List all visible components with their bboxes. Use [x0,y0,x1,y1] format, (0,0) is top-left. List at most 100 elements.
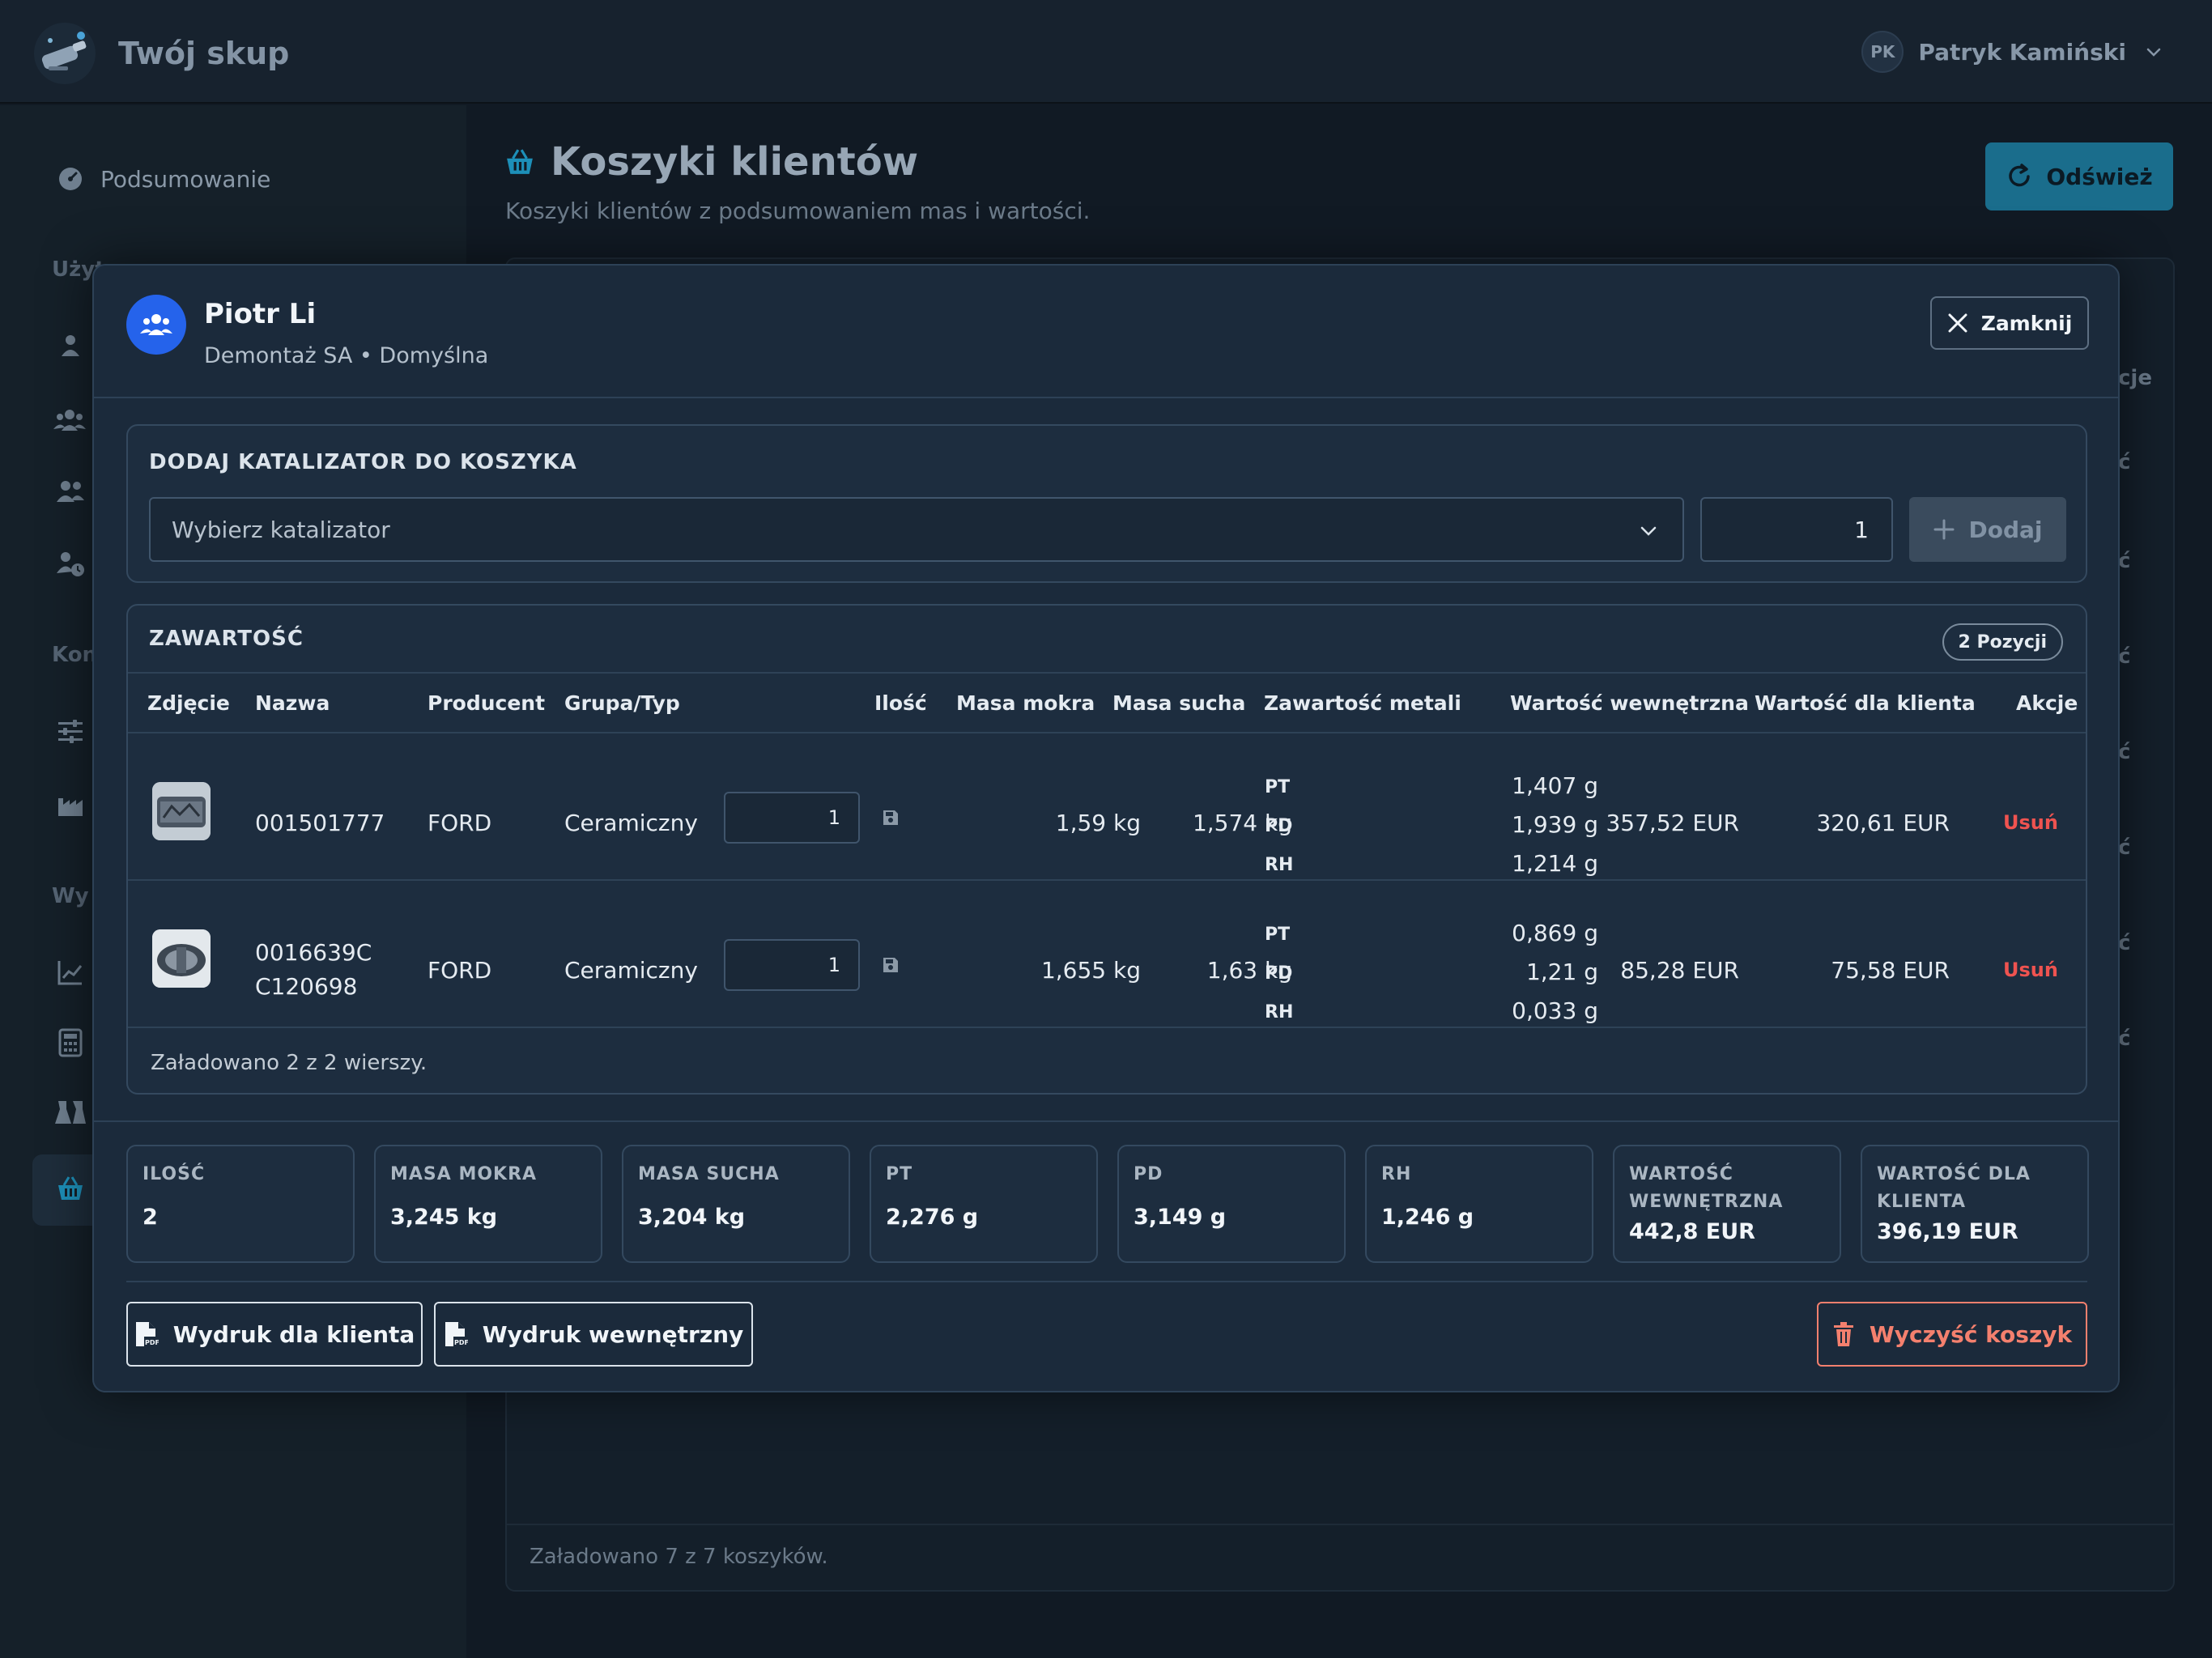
quantity-input[interactable]: 1 [1700,497,1893,562]
stat-label: MASA MOKRA [390,1164,538,1184]
stat-card-internal-value: WARTOŚĆ WEWNĘTRZNA 442,8 EUR [1613,1145,1841,1263]
bg-row-fragment: ć [2118,644,2131,669]
column-header-wet-mass[interactable]: Masa mokra [956,691,1095,715]
product-name-line2: C120698 [255,973,358,1000]
column-header-actions: Akcje [2016,691,2078,715]
refresh-button[interactable]: Odśwież [1985,142,2173,210]
stat-label: RH [1381,1164,1412,1184]
chevron-down-icon [1640,526,1657,536]
basket-modal: Piotr Li Demontaż SA • Domyślna Zamknij … [92,264,2120,1392]
row-internal-value: 357,52 EUR [1606,810,1739,836]
metal-label-pd: PD [1265,963,1293,984]
calculator-icon[interactable] [58,1028,83,1057]
svg-text:PDF: PDF [145,1339,159,1346]
user-clock-icon[interactable] [55,549,86,578]
user-name: Patryk Kamiński [1918,38,2126,66]
stat-card-client-value: WARTOŚĆ DLA KLIENTA 396,19 EUR [1861,1145,2089,1263]
product-producer: FORD [428,957,492,984]
user-icon[interactable] [57,332,84,359]
stat-card-wet-mass: MASA MOKRA 3,245 kg [374,1145,602,1263]
metal-label-pd: PD [1265,816,1293,836]
stat-card-rh: RH 1,246 g [1365,1145,1593,1263]
sidebar-item-podsumowanie[interactable]: Podsumowanie [57,165,270,193]
row-client-value: 75,58 EUR [1831,957,1950,984]
column-header-client-value[interactable]: Wartość dla klienta [1755,691,1976,715]
close-icon [1948,313,1967,333]
user-avatar: PK [1861,31,1904,73]
dashboard-icon [59,168,82,190]
product-name: 0016639C [255,939,372,966]
save-icon[interactable] [881,808,900,827]
chevron-down-icon [2146,48,2161,57]
print-client-button[interactable]: PDF Wydruk dla klienta [126,1302,423,1367]
page-title-row: Koszyki klientów [505,139,918,185]
divider [128,732,2086,733]
page-subtitle: Koszyki klientów z podsumowaniem mas i w… [505,198,1091,224]
close-button[interactable]: Zamknij [1930,296,2089,350]
column-header-name[interactable]: Nazwa [255,691,330,715]
stat-label: MASA SUCHA [638,1164,780,1184]
product-group: Ceramiczny [564,957,698,984]
bg-row-fragment: ć [2118,740,2131,764]
column-header-quantity[interactable]: Ilość [874,691,927,715]
print-client-label: Wydruk dla klienta [172,1320,415,1348]
trash-icon [1833,1322,1853,1346]
flask-icon[interactable] [55,1098,86,1127]
svg-text:PDF: PDF [454,1339,468,1346]
clear-basket-button[interactable]: Wyczyść koszyk [1817,1302,2087,1367]
bg-row-fragment: ć [2118,450,2131,474]
factory-icon[interactable] [57,790,84,818]
brand[interactable]: Twój skup [32,21,289,86]
product-photo[interactable] [152,782,211,840]
client-name: Piotr Li [204,298,317,330]
stat-value: 396,19 EUR [1877,1219,2018,1244]
refresh-icon [2009,164,2031,187]
divider [128,1027,2086,1028]
baskets-table-footer: Załadowano 7 z 7 koszyków. [530,1545,828,1569]
users-icon[interactable] [55,478,86,505]
print-internal-button[interactable]: PDF Wydruk wewnętrzny [434,1302,753,1367]
stat-label: WARTOŚĆ WEWNĘTRZNA [1629,1164,1784,1212]
client-avatar [126,295,186,355]
metal-value-pt: 1,407 g [1512,772,1598,799]
divider [128,879,2086,881]
row-client-value: 320,61 EUR [1816,810,1950,836]
metal-value-pt: 0,869 g [1512,920,1598,946]
basket-icon [507,149,533,174]
product-photo[interactable] [152,929,211,988]
sliders-icon[interactable] [57,717,84,745]
top-bar: Twój skup PK Patryk Kamiński [0,0,2212,104]
catalyst-photo-icon [152,782,211,840]
stat-label: ILOŚĆ [143,1164,206,1184]
user-menu[interactable]: PK Patryk Kamiński [1861,31,2163,73]
stat-value: 3,149 g [1134,1205,1227,1230]
column-header-internal-value[interactable]: Wartość wewnętrzna [1510,691,1749,715]
content-title: ZAWARTOŚĆ [149,627,304,651]
users-group-icon[interactable] [53,406,86,434]
remove-link[interactable]: Usuń [2003,959,2058,981]
catalyst-select[interactable]: Wybierz katalizator [149,497,1684,562]
save-icon[interactable] [881,955,900,975]
stat-value: 442,8 EUR [1629,1219,1755,1244]
refresh-label: Odśwież [2046,163,2153,190]
product-group: Ceramiczny [564,810,698,836]
app-name: Twój skup [118,36,290,71]
column-header-producer[interactable]: Producent [428,691,545,715]
modal-header: Piotr Li Demontaż SA • Domyślna Zamknij [94,266,2118,398]
print-internal-label: Wydruk wewnętrzny [482,1320,744,1348]
bg-row-fragment: ć [2118,549,2131,573]
content-table-footer: Załadowano 2 z 2 wierszy. [151,1051,428,1075]
row-quantity-input[interactable]: 1 [724,939,860,991]
column-header-photo: Zdjęcie [147,691,230,715]
chart-line-icon[interactable] [57,959,84,986]
remove-link[interactable]: Usuń [2003,811,2058,834]
add-button[interactable]: Dodaj [1909,497,2066,562]
users-group-icon [140,314,172,335]
sidebar-item-label: Podsumowanie [100,165,271,193]
product-name: 001501777 [255,810,385,836]
clear-basket-label: Wyczyść koszyk [1869,1320,2073,1348]
column-header-dry-mass[interactable]: Masa sucha [1112,691,1245,715]
row-quantity-input[interactable]: 1 [724,792,860,844]
bg-row-fragment: ć [2118,1027,2131,1051]
column-header-group[interactable]: Grupa/Typ [564,691,680,715]
